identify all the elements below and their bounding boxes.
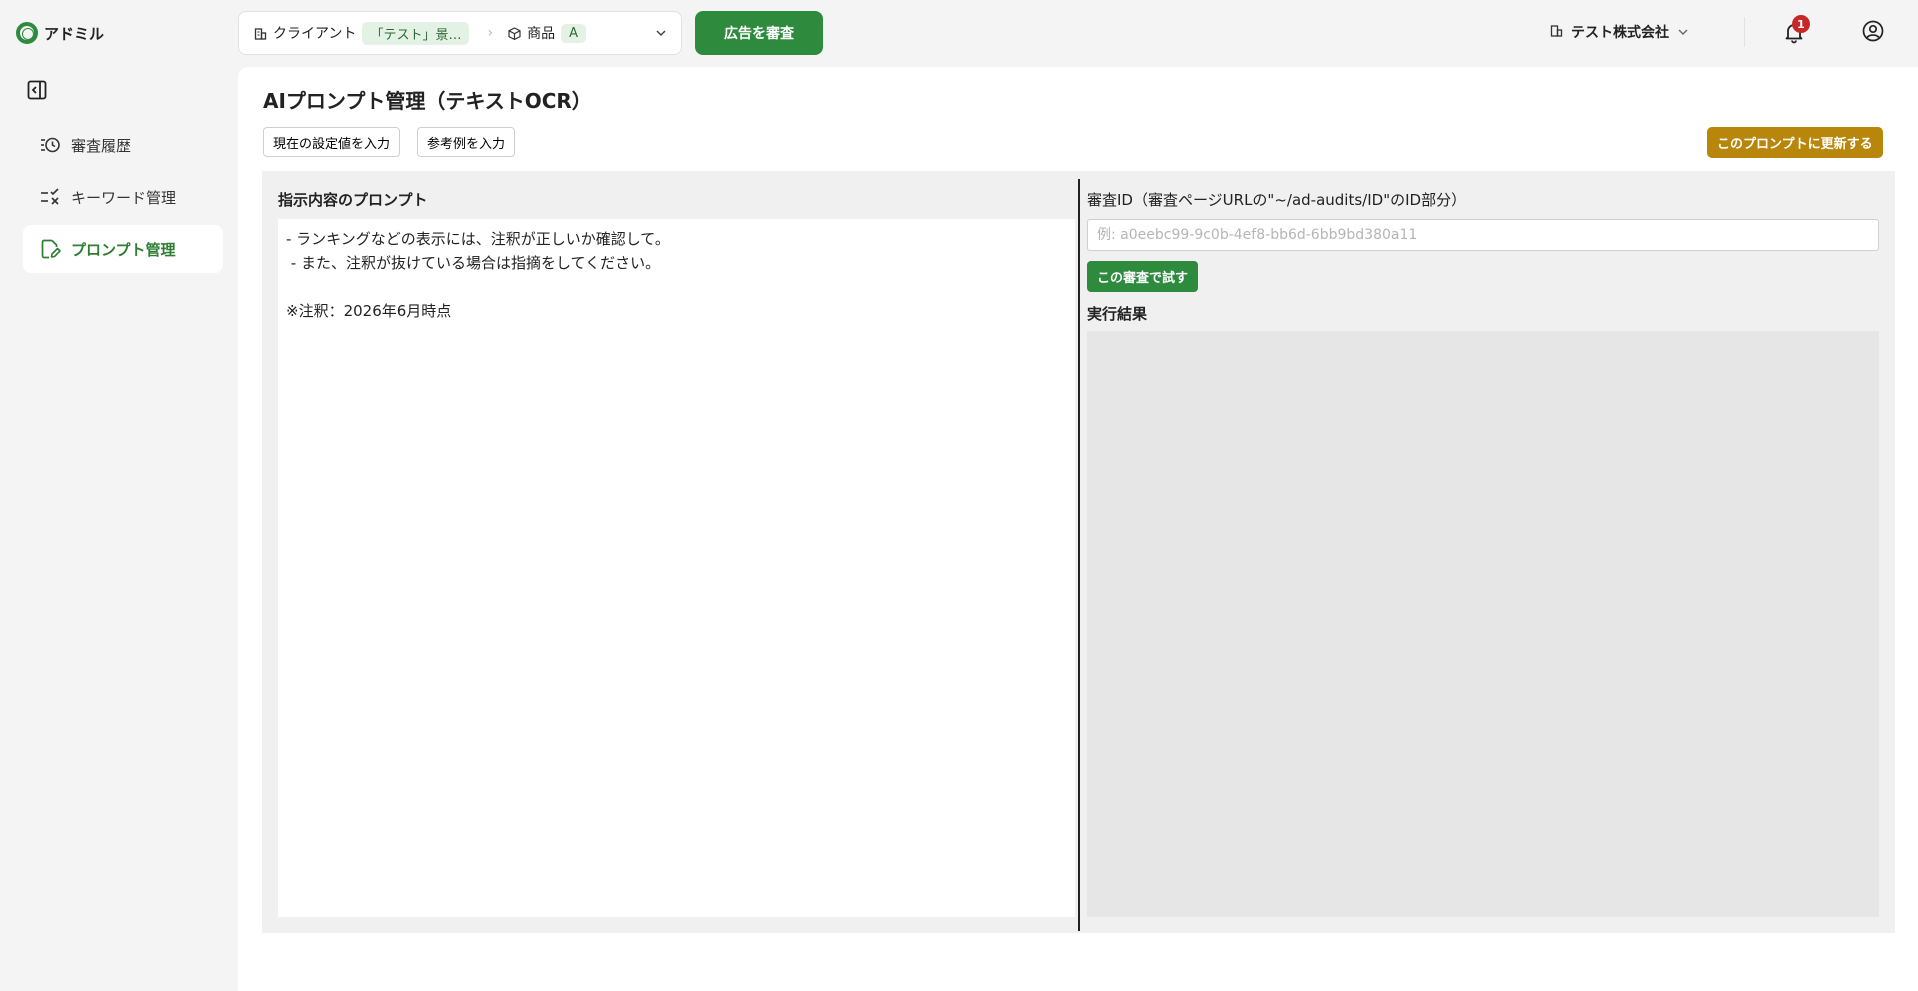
- user-account-icon[interactable]: [1861, 19, 1885, 43]
- sidebar-item-label: 審査履歴: [71, 136, 132, 155]
- history-icon: [39, 134, 61, 156]
- building-icon: [253, 26, 267, 40]
- prompt-pane: 指示内容のプロンプト - ランキングなどの表示には、注釈が正しいか確認して。 -…: [278, 189, 1078, 917]
- client-product-selector[interactable]: クライアント 「テスト」景… › 商品 A: [238, 11, 682, 55]
- prompt-heading: 指示内容のプロンプト: [278, 191, 428, 209]
- pane-resize-handle[interactable]: [1078, 179, 1080, 931]
- result-output: [1087, 331, 1879, 917]
- prompt-editor[interactable]: - ランキングなどの表示には、注釈が正しいか確認して。 - また、注釈が抜けてい…: [278, 219, 1075, 917]
- company-selector[interactable]: テスト株式会社: [1550, 22, 1689, 42]
- update-prompt-button[interactable]: このプロンプトに更新する: [1707, 127, 1883, 158]
- sidebar-item-label: プロンプト管理: [71, 240, 176, 259]
- sidebar-nav: 審査履歴 キーワード管理 プロンプト管理: [23, 121, 223, 277]
- keyword-check-icon: [39, 186, 61, 208]
- chevron-down-icon: [1677, 26, 1689, 39]
- company-name: テスト株式会社: [1571, 25, 1669, 41]
- audit-id-label: 審査ID（審査ページURLの"~/ad-audits/ID"のID部分）: [1087, 191, 1467, 209]
- sidebar-item-audit-history[interactable]: 審査履歴: [23, 121, 223, 169]
- product-value[interactable]: A: [561, 23, 586, 43]
- test-pane: 審査ID（審査ページURLの"~/ad-audits/ID"のID部分） この審…: [1087, 189, 1879, 917]
- notification-badge: 1: [1792, 15, 1810, 33]
- try-audit-button[interactable]: この審査で試す: [1087, 261, 1199, 292]
- edit-document-icon: [39, 238, 61, 260]
- client-value[interactable]: 「テスト」景…: [362, 21, 470, 45]
- app-name: アドミル: [44, 24, 105, 43]
- audit-ad-button[interactable]: 広告を審査: [695, 11, 823, 55]
- logo-mark-icon: [16, 22, 38, 44]
- client-label: クライアント: [273, 26, 357, 42]
- fill-current-settings-button[interactable]: 現在の設定値を入力: [263, 127, 401, 157]
- sidebar-collapse-icon[interactable]: [26, 79, 48, 101]
- app-logo[interactable]: アドミル: [16, 22, 104, 44]
- main-panel: AIプロンプト管理（テキストOCR） 現在の設定値を入力 参考例を入力 このプロ…: [238, 67, 1918, 991]
- page-title: AIプロンプト管理（テキストOCR）: [263, 89, 592, 113]
- chevron-down-icon[interactable]: [655, 26, 667, 40]
- building-icon: [1550, 24, 1563, 41]
- sidebar-item-keyword-management[interactable]: キーワード管理: [23, 173, 223, 221]
- audit-id-input[interactable]: [1087, 219, 1879, 251]
- chevron-right-icon: ›: [487, 25, 494, 41]
- sidebar-item-label: キーワード管理: [71, 188, 177, 207]
- box-icon: [507, 26, 521, 40]
- fill-example-button[interactable]: 参考例を入力: [417, 127, 516, 157]
- product-label: 商品: [527, 26, 556, 42]
- prompt-workspace: 指示内容のプロンプト - ランキングなどの表示には、注釈が正しいか確認して。 -…: [262, 171, 1895, 933]
- sidebar-item-prompt-management[interactable]: プロンプト管理: [23, 225, 223, 273]
- header-divider: [1744, 17, 1745, 47]
- result-heading: 実行結果: [1087, 305, 1148, 323]
